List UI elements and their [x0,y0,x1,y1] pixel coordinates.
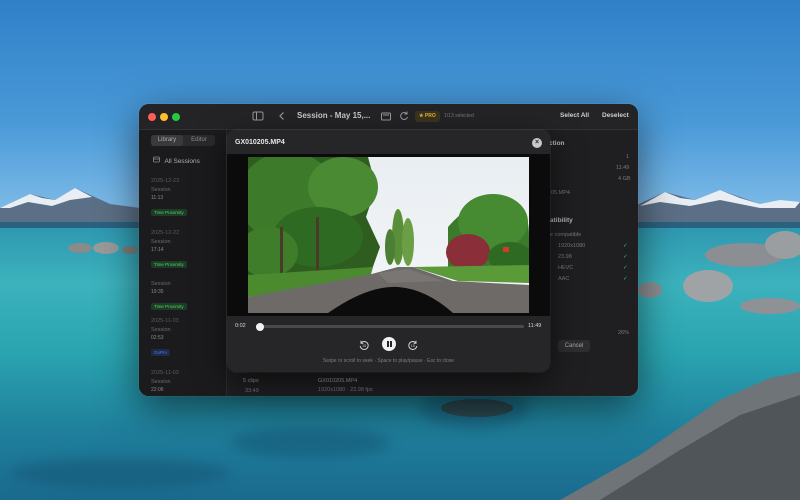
clips-count: 5 clips [243,378,259,384]
deselect-button[interactable]: Deselect [602,112,629,119]
session-time: 02:53 [151,335,164,341]
sidebar: Library Editor All Sessions 2025-12-23 S… [139,130,227,396]
detail-value: 11:49 [616,165,630,171]
session-badge: Time Proximity [151,303,187,310]
video-viewport[interactable] [227,154,550,316]
check-icon: ✓ [623,276,628,282]
spec-value: AAC [558,276,570,282]
session-time: 22:06 [151,387,164,393]
session-item[interactable]: 2025-11-03 Session 22:06 [151,370,223,393]
export-icon[interactable] [379,110,393,124]
seek-slider[interactable] [256,322,524,331]
session-item[interactable]: 2025-11-03 Session 02:53 GoPro [151,318,223,359]
session-item[interactable]: Session 19:35 Time Proximity [151,278,223,313]
all-sessions-item[interactable]: All Sessions [153,156,200,165]
current-time: 0:02 [235,323,246,329]
duration: 11:49 [528,323,542,329]
session-name: Session [151,327,171,333]
section-title: ction [549,140,565,147]
clips-duration: 33:49 [245,388,259,394]
session-time: 19:35 [151,289,164,295]
tab-library[interactable]: Library [151,135,183,146]
minimize-window-button[interactable] [160,113,168,121]
video-player-modal: GX010205.MP4 × 0:02 11:49 15 15 Swipe or… [227,130,550,372]
session-date: 2025-11-03 [151,370,179,376]
player-filename: GX010205.MP4 [235,139,285,146]
skip-back-label: 15 [362,344,366,348]
compatibility-subtitle: e compatible [550,232,582,238]
library-editor-segmented-control: Library Editor [151,135,215,146]
session-name: Session [151,187,171,193]
detail-value: 4 GB [618,176,631,182]
session-badge: Time Proximity [151,209,187,216]
window-title: Session - May 15,... [297,111,371,120]
stack-icon [153,156,161,165]
session-item[interactable]: 2025-12-23 Session 11:13 Time Proximity [151,178,223,219]
window-titlebar: Session - May 15,... ★ PRO 1/13 selected… [139,104,638,130]
tab-editor[interactable]: Editor [183,135,215,146]
refresh-icon[interactable] [397,110,411,124]
session-badge: GoPro [151,349,171,356]
check-icon: ✓ [623,243,628,249]
video-frame [248,157,529,313]
session-name: Session [151,281,171,287]
seek-thumb[interactable] [256,322,264,331]
spec-value: 1920x1080 [558,243,586,249]
session-item[interactable]: 2025-12-22 Session 17:14 Time Proximity [151,230,223,271]
filename-fragment: 05.MP4 [551,190,570,196]
compatibility-title: atibility [550,217,573,224]
all-sessions-label: All Sessions [164,158,200,165]
session-date: 2025-12-23 [151,178,180,184]
spec-value: HEVC [558,265,574,271]
clip-specs: 1920x1080 · 23.98 fps [318,387,373,393]
close-icon[interactable]: × [532,138,542,148]
session-time: 17:14 [151,247,164,253]
pause-button[interactable] [382,337,396,351]
session-time: 11:13 [151,195,164,201]
cancel-button[interactable]: Cancel [558,340,590,352]
back-chevron-icon[interactable] [275,110,289,124]
pro-badge: ★ PRO [415,111,440,122]
session-badge: Time Proximity [151,261,187,268]
export-progress-percent: 26% [618,330,630,336]
skip-forward-label: 15 [411,344,415,348]
detail-value: 1 [626,154,630,160]
check-icon: ✓ [623,265,628,271]
session-name: Session [151,379,171,385]
spec-value: 23.98 [558,254,572,260]
keyboard-hint: Swipe or scroll to seek · Space to play/… [322,358,455,364]
session-date: 2025-12-22 [151,230,180,236]
session-date: 2025-11-03 [151,318,179,324]
skip-back-15-icon[interactable]: 15 [358,338,370,350]
sidebar-toggle-icon[interactable] [251,110,265,124]
check-icon: ✓ [623,254,628,260]
close-window-button[interactable] [148,113,156,121]
skip-forward-15-icon[interactable]: 15 [407,338,419,350]
selected-count: 1/13 selected [444,113,474,119]
zoom-window-button[interactable] [172,113,180,121]
session-name: Session [151,239,171,245]
select-all-button[interactable]: Select All [560,112,589,119]
clip-filename: GX010205.MP4 [318,378,358,384]
